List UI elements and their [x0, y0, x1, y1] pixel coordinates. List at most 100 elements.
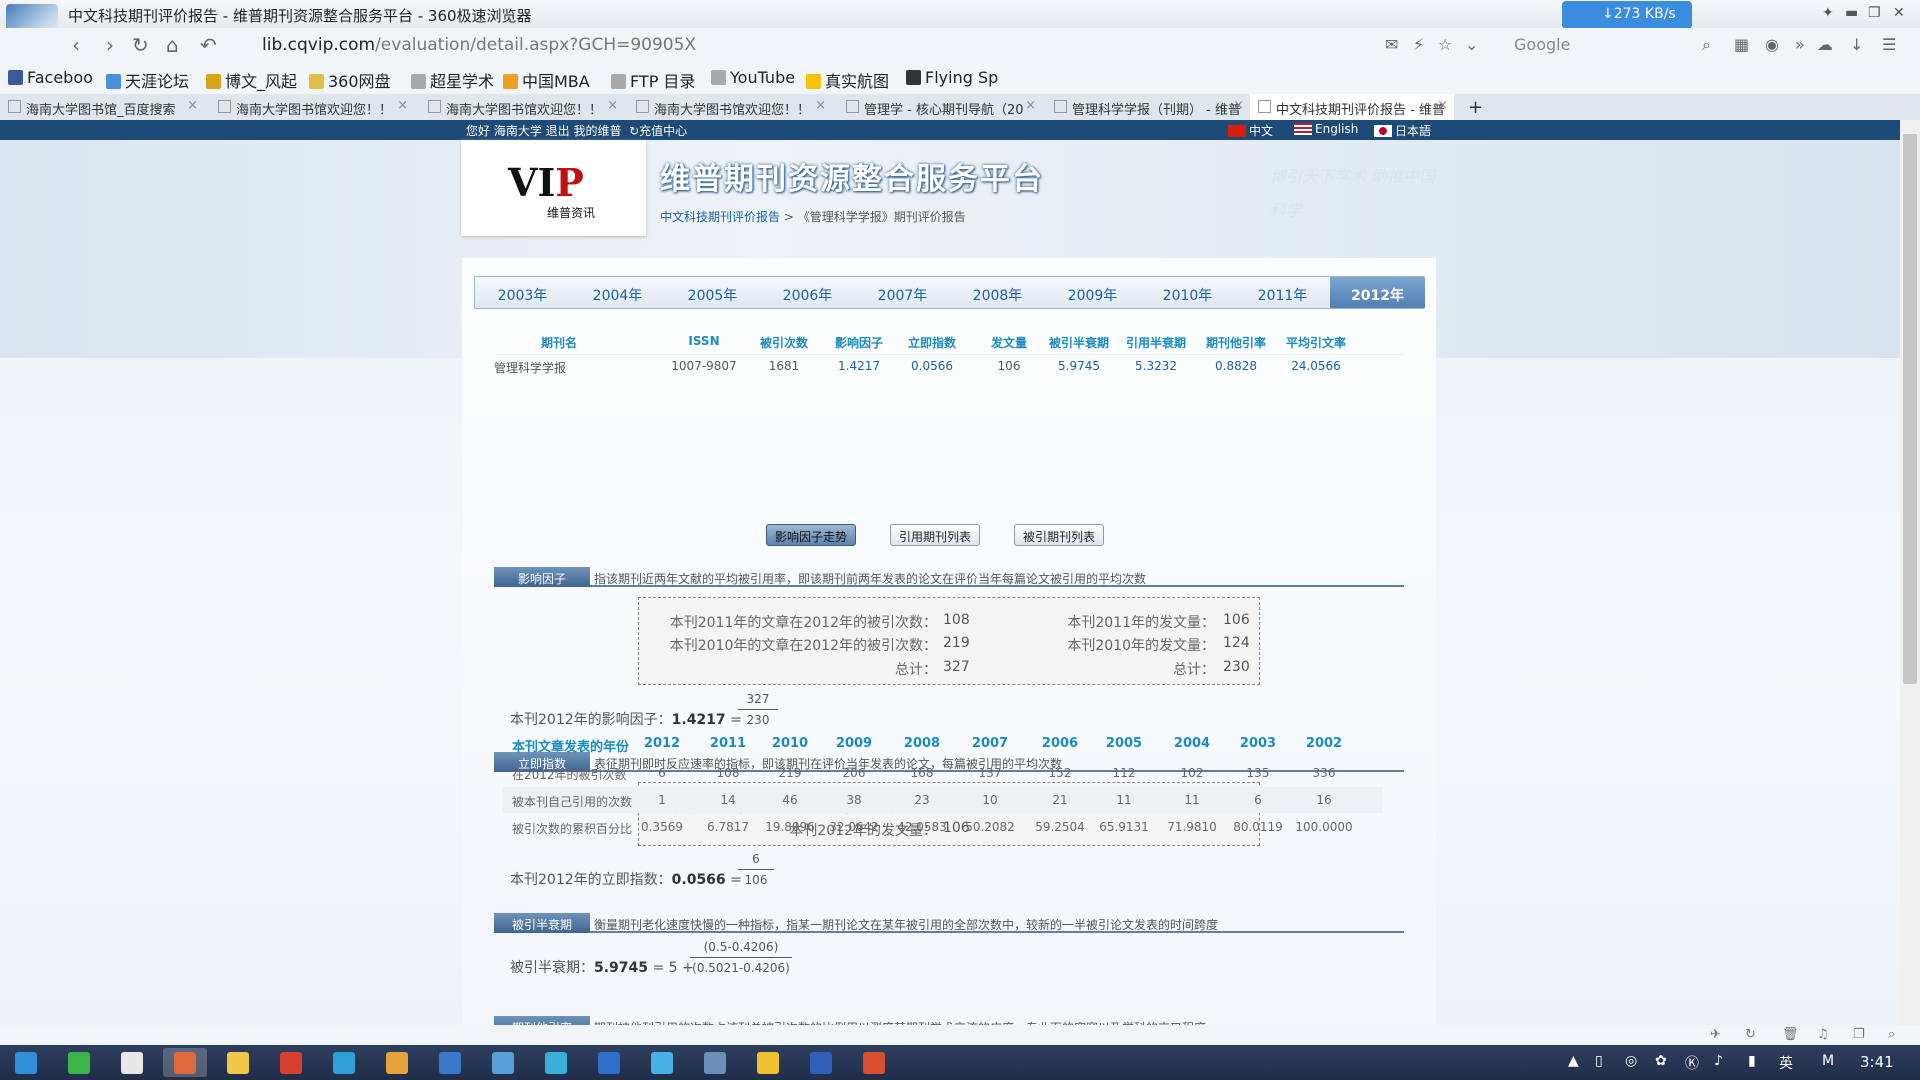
browser-tab[interactable]: 海南大学图书馆欢迎您！！ ×	[628, 94, 832, 120]
lang-chinese[interactable]: 中文	[1228, 122, 1273, 139]
taskbar-app[interactable]	[4, 1048, 48, 1077]
bookmark-item[interactable]: Flying Sp	[906, 68, 998, 87]
close-button[interactable]: ✕	[1893, 5, 1905, 21]
year-tab[interactable]: 2003年	[475, 277, 570, 308]
trash-icon[interactable]: 🗑	[1782, 1027, 1799, 1042]
cloud-icon[interactable]: ☁	[1817, 35, 1833, 54]
citing-list-button[interactable]: 引用期刊列表	[890, 524, 980, 546]
taskbar-app[interactable]	[640, 1048, 684, 1077]
taskbar-app[interactable]	[746, 1048, 790, 1077]
breadcrumb-link[interactable]: 中文科技期刊评价报告	[660, 210, 780, 224]
minimize-button[interactable]: ▬	[1845, 5, 1858, 21]
close-icon[interactable]: ×	[815, 98, 826, 113]
close-icon[interactable]: ×	[1437, 98, 1448, 113]
pin-icon[interactable]: ✦	[1822, 5, 1834, 21]
search-icon[interactable]: ⌕	[1702, 35, 1711, 55]
forward-icon[interactable]: ›	[106, 33, 114, 57]
lang-japanese[interactable]: 日本語	[1374, 122, 1431, 139]
download-icon[interactable]: ↓	[1850, 35, 1863, 54]
taskbar-app[interactable]	[428, 1048, 472, 1077]
signal-icon[interactable]: ▮	[1748, 1053, 1756, 1069]
browser-tab[interactable]: 中文科技期刊评价报告 - 维普 ×	[1250, 94, 1454, 120]
bookmark-item[interactable]: YouTube	[711, 68, 795, 87]
close-icon[interactable]: ×	[187, 98, 198, 113]
extension-icon[interactable]: ◉	[1765, 35, 1779, 54]
taskbar-app[interactable]	[799, 1048, 843, 1077]
close-icon[interactable]: ×	[1233, 98, 1244, 113]
address-bar[interactable]: lib.cqvip.com/evaluation/detail.aspx?GCH…	[232, 32, 1342, 58]
browser-tab[interactable]: 海南大学图书馆_百度搜索 ×	[0, 94, 204, 120]
browser-tab[interactable]: 海南大学图书馆欢迎您！！ ×	[420, 94, 624, 120]
if-trend-button[interactable]: 影响因子走势	[766, 524, 856, 546]
speaker-icon[interactable]: ♫	[1817, 1027, 1829, 1042]
taskbar-app[interactable]	[269, 1048, 313, 1077]
bookmark-item[interactable]: 中国MBA	[503, 68, 590, 92]
bookmark-item[interactable]: FTP 目录	[611, 68, 695, 92]
more-icon[interactable]: »	[1795, 35, 1805, 54]
tray-app-icon[interactable]: ✿	[1655, 1053, 1667, 1069]
mail-icon[interactable]: ✉	[1385, 35, 1398, 54]
year-tab[interactable]: 2004年	[570, 277, 665, 308]
reload-icon[interactable]: ↻	[1745, 1027, 1756, 1042]
bookmark-item[interactable]: Faceboo	[8, 68, 93, 87]
recharge-link[interactable]: 充值中心	[639, 124, 687, 138]
taskbar-app[interactable]	[534, 1048, 578, 1077]
close-icon[interactable]: ×	[607, 98, 618, 113]
flash-icon[interactable]: ⚡	[1413, 35, 1424, 54]
browser-tab[interactable]: 管理科学学报（刊期） - 维普 ×	[1046, 94, 1250, 120]
volume-icon[interactable]: ♪	[1714, 1053, 1723, 1069]
taskbar-app[interactable]	[110, 1048, 154, 1077]
taskbar-app[interactable]	[852, 1048, 896, 1077]
taskbar-app[interactable]	[693, 1048, 737, 1077]
bookmark-item[interactable]: 天涯论坛	[106, 68, 189, 92]
scrollbar-thumb[interactable]	[1903, 134, 1917, 684]
pin-icon[interactable]: ✈	[1710, 1027, 1721, 1042]
taskbar-app[interactable]	[163, 1048, 207, 1077]
zoom-icon[interactable]: ⌕	[1888, 1027, 1895, 1042]
cited-list-button[interactable]: 被引期刊列表	[1014, 524, 1104, 546]
taskbar-app[interactable]	[375, 1048, 419, 1077]
taskbar-app[interactable]	[587, 1048, 631, 1077]
new-tab-button[interactable]: +	[1462, 92, 1483, 118]
download-speed-indicator[interactable]: ↓273 KB/s	[1562, 1, 1692, 29]
page-scrollbar[interactable]	[1900, 120, 1920, 1025]
year-tab[interactable]: 2008年	[950, 277, 1045, 308]
undo-icon[interactable]: ↶	[200, 33, 217, 57]
bookmark-item[interactable]: 真实航图	[806, 68, 889, 92]
lang-english[interactable]: English	[1294, 122, 1358, 136]
browser-tab[interactable]: 管理学 - 核心期刊导航（20 ×	[838, 94, 1042, 120]
browser-tab[interactable]: 海南大学图书馆欢迎您！！ ×	[210, 94, 414, 120]
maximize-button[interactable]: ❐	[1868, 5, 1881, 21]
search-box[interactable]: Google	[1490, 32, 1720, 58]
reload-icon[interactable]: ↻	[132, 33, 149, 57]
tray-app-icon[interactable]: Ⓚ	[1685, 1053, 1699, 1073]
year-tab[interactable]: 2010年	[1140, 277, 1235, 308]
bookmark-item[interactable]: 博文_风起	[206, 68, 297, 92]
year-tab[interactable]: 2009年	[1045, 277, 1140, 308]
year-tab[interactable]: 2011年	[1235, 277, 1330, 308]
bookmark-item[interactable]: 360网盘	[309, 68, 391, 92]
battery-icon[interactable]: ▯	[1595, 1053, 1603, 1069]
apps-icon[interactable]: ▦	[1734, 35, 1749, 54]
window-icon[interactable]: ❐	[1853, 1027, 1865, 1042]
ime-mode-icon[interactable]: M	[1822, 1053, 1834, 1069]
home-icon[interactable]: ⌂	[166, 33, 179, 57]
year-tab[interactable]: 2006年	[760, 277, 855, 308]
close-icon[interactable]: ×	[1025, 98, 1036, 113]
taskbar-app[interactable]	[322, 1048, 366, 1077]
taskbar-app[interactable]	[57, 1048, 101, 1077]
menu-icon[interactable]: ☰	[1882, 35, 1896, 54]
tray-arrow-icon[interactable]: ▲	[1568, 1053, 1579, 1069]
star-icon[interactable]: ☆	[1438, 35, 1452, 54]
ime-indicator[interactable]: 英	[1779, 1053, 1793, 1073]
bookmark-item[interactable]: 超星学术	[411, 68, 494, 92]
taskbar-app[interactable]	[216, 1048, 260, 1077]
site-logo[interactable]: VIP 维普资讯	[461, 140, 646, 236]
user-greeting[interactable]: 您好 海南大学 退出 我的维普 ↻充值中心	[466, 122, 687, 139]
network-icon[interactable]: ◎	[1625, 1053, 1637, 1069]
year-tab[interactable]: 2005年	[665, 277, 760, 308]
year-tab[interactable]: 2007年	[855, 277, 950, 308]
close-icon[interactable]: ×	[397, 98, 408, 113]
chevron-down-icon[interactable]: ⌄	[1465, 35, 1478, 54]
back-icon[interactable]: ‹	[72, 33, 80, 57]
